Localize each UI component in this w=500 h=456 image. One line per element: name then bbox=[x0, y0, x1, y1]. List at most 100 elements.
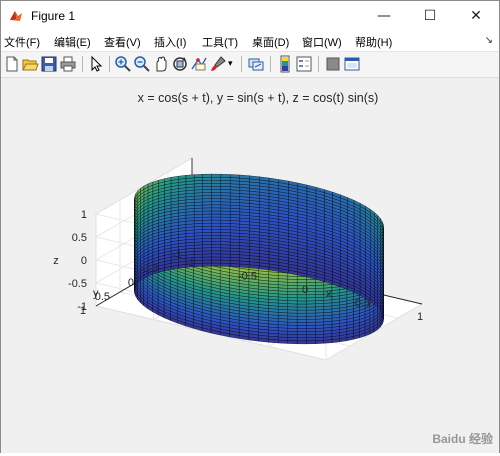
maximize-icon: ☐ bbox=[424, 8, 437, 24]
surface-patch bbox=[194, 184, 203, 188]
surface-patch bbox=[221, 260, 230, 263]
surface-patch bbox=[203, 229, 212, 232]
surface-patch bbox=[288, 285, 297, 288]
surface-patch bbox=[203, 196, 212, 199]
surface-patch bbox=[221, 196, 230, 199]
surface-patch bbox=[306, 338, 315, 341]
figure-canvas[interactable]: -1-0.500.51-1-0.500.51-1-0.500.51xyz x =… bbox=[1, 79, 499, 453]
surface-patch bbox=[288, 325, 297, 328]
maximize-button[interactable]: ☐ bbox=[407, 1, 453, 31]
surface-patch bbox=[203, 251, 212, 254]
x-tick-label: 1 bbox=[417, 311, 423, 323]
surface-patch bbox=[194, 199, 203, 203]
insert-colorbar-icon[interactable] bbox=[276, 55, 294, 73]
surface-patch bbox=[315, 297, 324, 301]
surface-patch bbox=[221, 174, 230, 177]
surface-patch bbox=[240, 175, 250, 179]
title-bar: Figure 1 — ☐ ✕ bbox=[1, 1, 499, 31]
surface-patch bbox=[306, 307, 315, 310]
surface-patch bbox=[212, 229, 221, 232]
rotate-3d-icon[interactable] bbox=[171, 55, 189, 73]
surface-patch bbox=[194, 226, 203, 230]
surface-patch bbox=[297, 307, 306, 310]
surface-patch bbox=[288, 341, 297, 344]
zoom-out-icon[interactable] bbox=[133, 55, 151, 73]
surface-patch bbox=[221, 186, 230, 189]
surface-patch bbox=[221, 177, 230, 180]
new-figure-icon[interactable] bbox=[3, 55, 21, 73]
surface-patch bbox=[297, 316, 306, 319]
z-tick-label: -1 bbox=[77, 301, 87, 313]
edit-plot-icon[interactable] bbox=[87, 55, 105, 73]
surface-patch bbox=[221, 223, 230, 226]
surface-patch bbox=[230, 175, 240, 179]
surface-patch bbox=[221, 257, 230, 260]
surface-patch bbox=[212, 260, 221, 263]
pan-icon[interactable] bbox=[152, 55, 170, 73]
surface-patch bbox=[212, 257, 221, 260]
surface-patch bbox=[288, 304, 297, 307]
surface-patch bbox=[306, 325, 315, 328]
window-title: Figure 1 bbox=[31, 9, 75, 23]
surface-patch bbox=[221, 202, 230, 205]
brush-dropdown-icon[interactable]: ▾ bbox=[228, 58, 233, 69]
surface-patch bbox=[315, 303, 324, 307]
surface-patch bbox=[297, 329, 306, 332]
hide-plot-tools-icon[interactable] bbox=[324, 55, 342, 73]
show-plot-tools-icon[interactable] bbox=[343, 55, 361, 73]
surface-patch bbox=[306, 301, 315, 304]
figure-toolbar: ▾ bbox=[1, 52, 499, 78]
menu-tools[interactable]: 工具(T) bbox=[202, 34, 238, 50]
axes-3d[interactable]: -1-0.500.51-1-0.500.51-1-0.500.51xyz x =… bbox=[1, 79, 499, 453]
surface-patch bbox=[315, 307, 324, 311]
insert-legend-icon[interactable] bbox=[295, 55, 313, 73]
surface-patch bbox=[288, 298, 297, 301]
toolbar-separator bbox=[270, 56, 271, 72]
surface-patch bbox=[194, 236, 203, 240]
close-button[interactable]: ✕ bbox=[453, 1, 499, 31]
surface-patch bbox=[212, 193, 221, 196]
zoom-in-icon[interactable] bbox=[114, 55, 132, 73]
surface-patch bbox=[268, 296, 278, 300]
x-axis-label: x bbox=[326, 288, 332, 300]
save-figure-icon[interactable] bbox=[40, 55, 58, 73]
menu-desktop[interactable]: 桌面(D) bbox=[252, 34, 289, 50]
print-figure-icon[interactable] bbox=[59, 55, 77, 73]
menu-help[interactable]: 帮助(H) bbox=[355, 34, 392, 50]
dock-figure-icon[interactable]: ↘ bbox=[485, 35, 493, 46]
z-tick-label: 0 bbox=[81, 255, 87, 267]
menu-window[interactable]: 窗口(W) bbox=[302, 34, 342, 50]
open-file-icon[interactable] bbox=[21, 55, 39, 73]
surface-patch bbox=[203, 223, 212, 226]
link-plot-icon[interactable] bbox=[247, 55, 265, 73]
surface-patch bbox=[212, 208, 221, 211]
surface-patch bbox=[288, 279, 297, 282]
matlab-app-icon bbox=[9, 9, 23, 23]
surface-patch bbox=[212, 205, 221, 208]
surface-patch bbox=[297, 279, 306, 282]
surface-patch bbox=[203, 202, 212, 205]
data-cursor-icon[interactable] bbox=[190, 55, 208, 73]
surface-patch bbox=[230, 221, 240, 225]
y-tick-label: -0.5 bbox=[139, 263, 158, 275]
surface-patch bbox=[203, 248, 212, 251]
surface-patch bbox=[288, 319, 297, 322]
surface-patch bbox=[306, 316, 315, 319]
minimize-button[interactable]: — bbox=[361, 1, 407, 31]
surface-patch bbox=[203, 199, 212, 202]
surface-patch bbox=[203, 180, 212, 183]
surface-patch bbox=[288, 310, 297, 313]
surface-patch bbox=[212, 226, 221, 229]
brush-icon[interactable] bbox=[209, 55, 227, 73]
menu-edit[interactable]: 编辑(E) bbox=[54, 34, 91, 50]
surface-patch bbox=[306, 322, 315, 325]
menu-view[interactable]: 查看(V) bbox=[104, 34, 141, 50]
surface-patch bbox=[315, 313, 324, 317]
menu-insert[interactable]: 插入(I) bbox=[154, 34, 186, 50]
surface-patch bbox=[203, 235, 212, 238]
surface-patch bbox=[203, 193, 212, 196]
surface-patch bbox=[315, 340, 324, 344]
menu-file[interactable]: 文件(F) bbox=[4, 34, 40, 50]
surface-patch bbox=[297, 313, 306, 316]
surface-patch bbox=[178, 221, 186, 225]
